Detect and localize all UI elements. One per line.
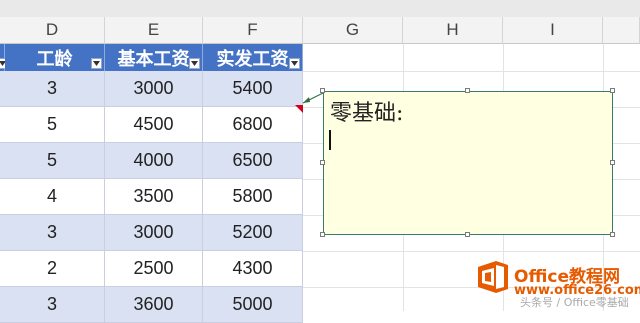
resize-handle[interactable] (320, 232, 325, 237)
resize-handle[interactable] (610, 160, 615, 165)
office-logo-icon (478, 261, 508, 293)
resize-handle[interactable] (610, 88, 615, 93)
resize-handle[interactable] (610, 232, 615, 237)
comment-text[interactable]: 零基础: (330, 95, 403, 127)
watermark-text: 头条号 / Office零基础 (520, 296, 629, 309)
resize-handle[interactable] (320, 160, 325, 165)
resize-handle[interactable] (320, 88, 325, 93)
resize-handle[interactable] (465, 88, 470, 93)
text-cursor (329, 130, 331, 150)
resize-handle[interactable] (465, 232, 470, 237)
comment-editor[interactable]: 零基础: (323, 91, 613, 235)
